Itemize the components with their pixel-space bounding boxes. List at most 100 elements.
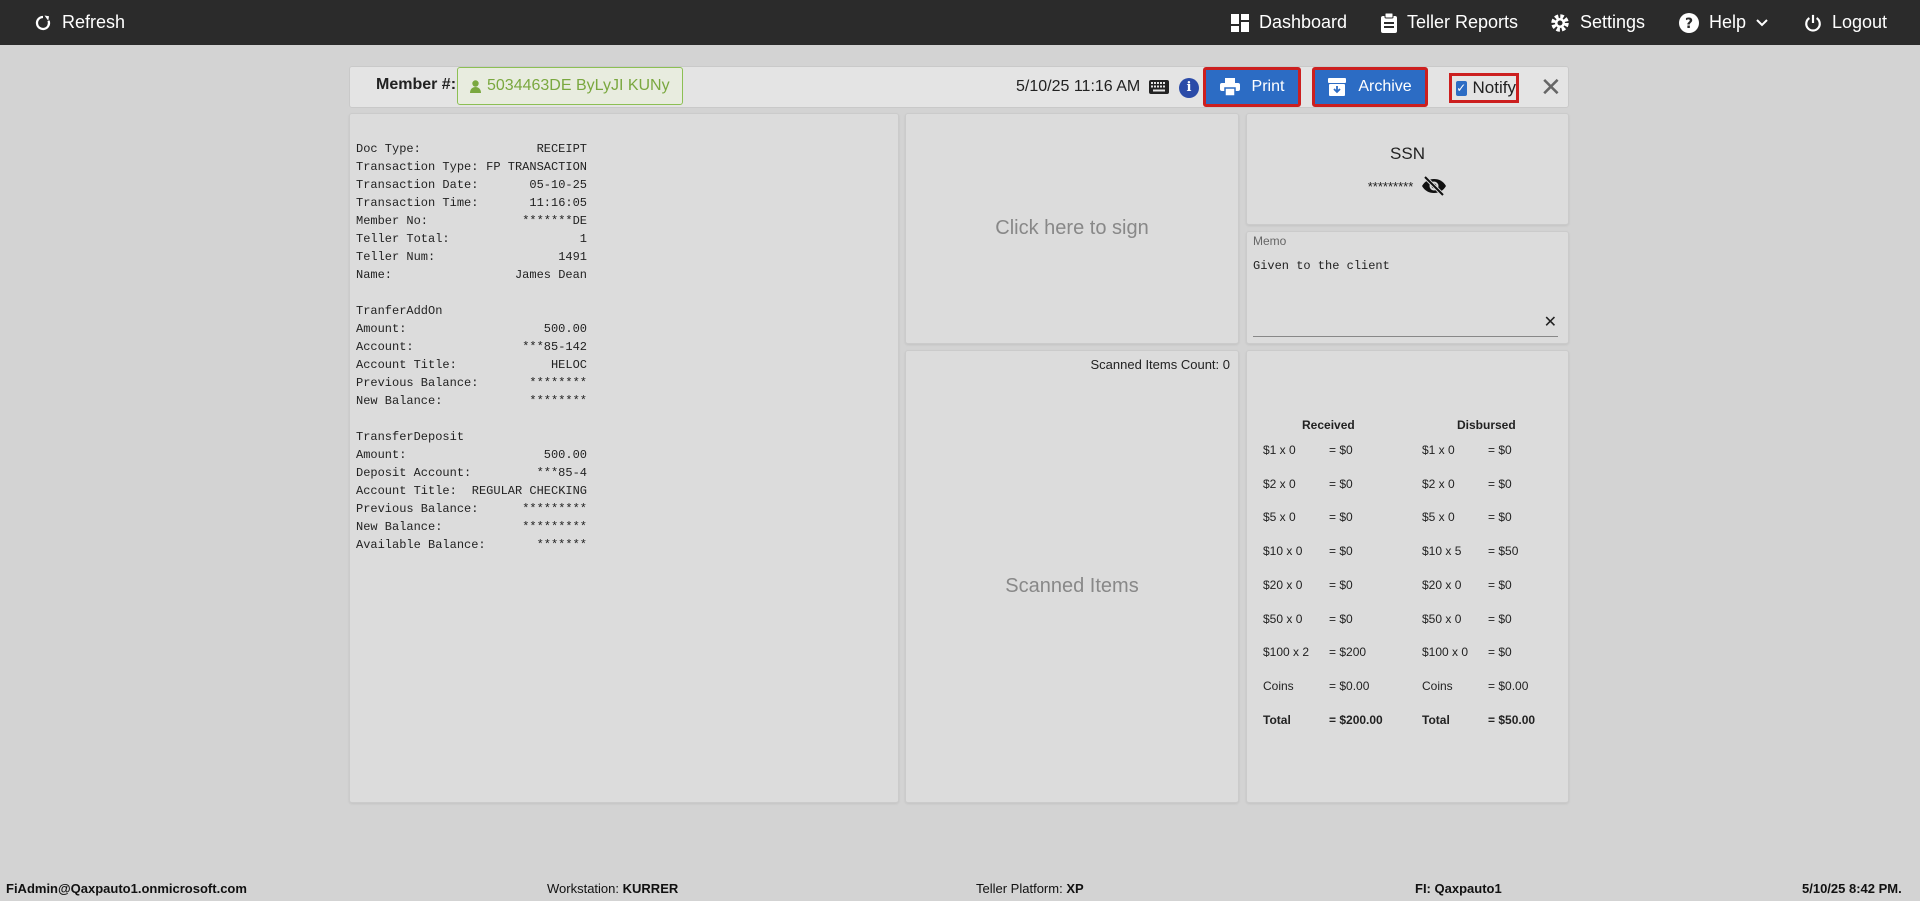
logout-label: Logout [1832,12,1888,32]
platform-label: Teller Platform: [976,881,1063,896]
receipt-line-label: Teller Total: [356,232,450,246]
receipt-line: Member No: *******DE [356,212,587,230]
receipt-line-label: TransferDeposit [356,430,465,444]
receipt-line-label: Transaction Time: [356,196,479,210]
receipt-line-value: James Dean [514,268,587,282]
disbursed-amount: = $50.00 [1488,712,1536,727]
footer-workstation: Workstation: KURRER [547,881,678,896]
print-label: Print [1251,78,1285,95]
printer-icon [1219,78,1240,96]
clipboard-icon [1381,12,1397,33]
receipt-line-value: ******** [529,394,587,408]
print-button[interactable]: Print [1203,67,1301,107]
dashboard-label: Dashboard [1259,12,1348,32]
receipt-line: Transaction Time: 11:16:05 [356,194,587,212]
receipt-line: Available Balance: ******* [356,536,587,554]
close-icon[interactable]: ✕ [1540,73,1562,101]
member-number-field[interactable]: 5034463DE ByLyJI KUNy [457,67,683,105]
receipt-line: New Balance: ******** [356,392,587,410]
memo-underline [1253,336,1558,337]
receipt-line-label: Deposit Account: [356,466,472,480]
received-denomination: Total [1263,712,1291,727]
footer-platform: Teller Platform: XP [976,881,1084,896]
disbursed-amount: = $0 [1488,510,1512,525]
received-amount: = $0 [1329,476,1353,491]
power-icon [1805,14,1821,32]
teller-reports-link[interactable]: Teller Reports [1381,0,1518,45]
received-denomination: $2 x 0 [1263,476,1296,491]
settings-label: Settings [1580,12,1646,32]
notify-checkbox[interactable]: ✓ Notify [1449,73,1519,103]
disbursed-amount: = $0 [1488,611,1512,626]
received-denomination: Coins [1263,678,1294,693]
clear-memo-icon[interactable]: ✕ [1544,312,1557,332]
receipt-line-label: Previous Balance: [356,376,479,390]
receipt-text: Doc Type: RECEIPT Transaction Type: FP TRAN… [356,140,587,554]
receipt-line-label: Transaction Type: [356,160,479,174]
memo-input[interactable]: Given to the client [1253,259,1390,273]
received-amount: = $0 [1329,544,1353,559]
receipt-line-label: TranferAddOn [356,304,443,318]
eye-slash-icon[interactable] [1421,176,1447,196]
receipt-line: Account Title: REGULAR CHECKING [356,482,587,500]
receipt-line-value: REGULAR CHECKING [471,484,587,498]
dashboard-link[interactable]: Dashboard [1231,0,1347,45]
receipt-line-label: Previous Balance: [356,502,479,516]
receipt-line-label: Doc Type: [356,142,421,156]
receipt-line-label: Account: [356,340,414,354]
receipt-line-label: Amount: [356,448,407,462]
top-nav-bar: Refresh Dashboard Teller Reports Setting… [0,0,1920,45]
receipt-line: TranferAddOn [356,302,587,320]
received-amount: = $0 [1329,443,1353,457]
received-denomination: $100 x 2 [1263,645,1310,660]
receipt-line: Deposit Account: ***85-4 [356,464,587,482]
disbursed-amount: = $0 [1488,645,1512,660]
receipt-line: Amount: 500.00 [356,320,587,338]
transaction-datetime: 5/10/25 11:16 AM [1016,78,1141,95]
keyboard-icon[interactable] [1149,80,1169,94]
signature-prompt: Click here to sign [995,217,1149,239]
signature-pad[interactable]: Click here to sign [905,113,1239,344]
status-bar: FiAdmin@Qaxpauto1.onmicrosoft.com Workst… [0,875,1920,901]
disbursed-amount: = $0.00 [1488,678,1529,693]
receipt-line: Account: ***85-142 [356,338,587,356]
receipt-line-label: Available Balance: [356,538,486,552]
received-denomination: $50 x 0 [1263,611,1303,626]
receipt-line: Doc Type: RECEIPT [356,140,587,158]
memo-label: Memo [1253,234,1287,248]
disbursed-denomination: $100 x 0 [1422,645,1469,660]
receipt-line: Transaction Date: 05-10-25 [356,176,587,194]
info-icon[interactable]: i [1179,78,1199,98]
logout-link[interactable]: Logout [1804,0,1887,45]
member-label: Member #: [376,76,457,93]
scanned-items-count: Scanned Items Count: 0 [1090,357,1230,372]
refresh-icon [35,15,51,30]
refresh-button[interactable]: Refresh [34,0,125,45]
workstation-value: KURRER [622,881,679,896]
archive-button[interactable]: Archive [1312,67,1428,107]
checkbox-checked-icon: ✓ [1456,80,1467,96]
receipt-spacer [356,410,587,428]
receipt-line: Name: James Dean [356,266,587,284]
disbursed-denomination: $10 x 5 [1422,544,1462,559]
memo-panel: Memo Given to the client ✕ [1246,231,1569,344]
receipt-line-label: New Balance: [356,394,443,408]
receipt-line-label: Account Title: [356,358,457,372]
disbursed-denomination: $5 x 0 [1422,510,1455,525]
disbursed-denomination: Coins [1422,678,1453,693]
disbursed-amount: = $0 [1488,577,1512,592]
dashboard-icon [1231,13,1249,32]
help-menu[interactable]: ? Help [1679,0,1768,45]
disbursed-denomination: Total [1422,712,1450,727]
disbursed-amount: = $50 [1488,544,1519,559]
footer-fi: FI: Qaxpauto1 [1415,881,1502,896]
receipt-line: Previous Balance: ******** [356,374,587,392]
cash-summary-panel: Received Disbursed $1 x 0 = $0 $2 x 0 = $0 $… [1246,350,1569,803]
disbursed-denomination: $50 x 0 [1422,611,1462,626]
ssn-title: SSN [1390,144,1425,163]
receipt-line: Account Title: HELOC [356,356,587,374]
receipt-line-value: FP TRANSACTION [486,160,587,174]
settings-link[interactable]: Settings [1550,0,1645,45]
refresh-label: Refresh [62,12,126,32]
receipt-panel: Doc Type: RECEIPT Transaction Type: FP TRAN… [349,113,899,803]
